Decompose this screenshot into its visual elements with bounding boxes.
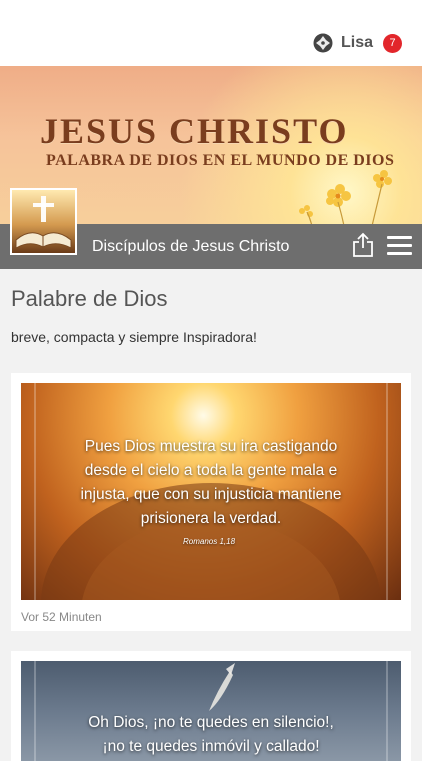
post-card[interactable]: Pues Dios muestra su ira castigando desd… (11, 373, 411, 631)
page-avatar[interactable] (10, 188, 77, 255)
quote-line: ¡no te quedes inmóvil y callado! (102, 738, 320, 755)
user-name[interactable]: Lisa (341, 34, 373, 52)
post-quote: Oh Dios, ¡no te quedes en silencio!, ¡no… (21, 711, 401, 759)
quote-line: desde el cielo a toda la gente mala e (84, 462, 338, 479)
user-logo-icon (313, 33, 333, 53)
user-menu[interactable]: Lisa 7 (313, 33, 402, 53)
quote-line: prisionera la verdad. (140, 510, 282, 527)
quote-line: Pues Dios muestra su ira castigando (84, 438, 338, 455)
quote-line: Oh Dios, ¡no te quedes en silencio!, (88, 714, 334, 731)
post-image[interactable]: Oh Dios, ¡no te quedes en silencio!, ¡no… (21, 661, 401, 761)
notification-badge[interactable]: 7 (383, 33, 402, 53)
post-image[interactable]: Pues Dios muestra su ira castigando desd… (21, 383, 401, 600)
hamburger-menu-icon[interactable] (387, 236, 412, 256)
bible-cross-image (15, 196, 72, 249)
section-title: Palabre de Dios (11, 286, 168, 311)
share-icon[interactable] (352, 232, 374, 258)
flowers-decoration (299, 170, 392, 224)
banner-title: JESUS CHRISTO (40, 111, 349, 151)
top-bar: Lisa 7 (0, 0, 422, 66)
post-timestamp: Vor 52 Minuten (21, 610, 102, 624)
post-quote: Pues Dios muestra su ira castigando desd… (21, 435, 401, 531)
section-subtitle: breve, compacta y siempre Inspiradora! (11, 329, 257, 345)
nav-title: Discípulos de Jesus Christo (92, 238, 290, 255)
quote-line: injusta, que con su injusticia mantiene (80, 486, 342, 503)
bible-reference: Romanos 1,18 (183, 537, 236, 546)
post-card[interactable]: Oh Dios, ¡no te quedes en silencio!, ¡no… (11, 651, 411, 761)
